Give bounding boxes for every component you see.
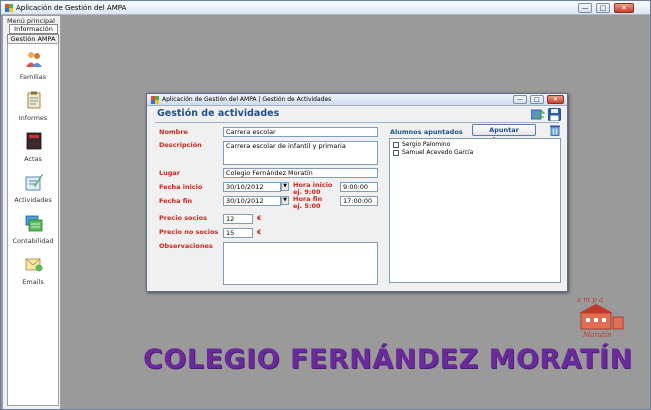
apuntar-alumnos-button[interactable]: Apuntar alumnos <box>472 124 536 144</box>
logo-bottom-text: Moratín <box>582 331 612 339</box>
lugar-field[interactable]: Colegio Fernández Moratín <box>223 168 378 178</box>
precio-no-socios-field[interactable]: 15 <box>223 228 253 238</box>
family-icon <box>26 52 42 67</box>
nav-panel: Familias Informes Actas Actividades Cont… <box>7 43 59 406</box>
ampa-logo: a m p a Moratín <box>577 296 624 339</box>
nav-item-contabilidad[interactable]: Contabilidad <box>8 214 58 252</box>
precio-socios-currency: € <box>257 214 262 222</box>
tab-informacion[interactable]: Información <box>9 24 58 34</box>
alumnos-list[interactable]: Sergio Palomino Samuel Acevedo García <box>389 138 561 283</box>
dialog-maximize-button[interactable]: □ <box>530 95 544 104</box>
observaciones-field[interactable] <box>223 242 378 285</box>
nombre-label: Nombre <box>159 128 188 136</box>
dialog-heading: Gestión de actividades <box>157 108 280 119</box>
nav-item-familias[interactable]: Familias <box>8 50 58 88</box>
fecha-inicio-label: Fecha inicio <box>159 183 203 191</box>
hora-inicio-field[interactable]: 9:00:00 <box>340 182 378 192</box>
app-icon <box>5 4 13 12</box>
email-icon <box>25 258 43 272</box>
close-button[interactable]: ✕ <box>614 3 634 13</box>
nav-label-actividades: Actividades <box>14 196 52 204</box>
activities-icon <box>25 174 43 191</box>
precio-no-socios-label: Precio no socios <box>159 228 219 236</box>
alumno-name: Sergio Palomino <box>402 141 451 148</box>
fecha-fin-dropdown[interactable]: ▼ <box>281 196 289 205</box>
alumnos-label: Alumnos apuntados <box>390 128 463 136</box>
dialog-title: Aplicación de Gestión del AMPA | Gestión… <box>162 96 332 103</box>
logo-top-text: a m p a <box>577 296 603 304</box>
nombre-field[interactable]: Carrera escolar <box>223 127 378 137</box>
nav-label-emails: Emails <box>22 278 44 286</box>
fecha-inicio-dropdown[interactable]: ▼ <box>281 182 289 191</box>
main-title-bar[interactable]: Aplicación de Gestión del AMPA — □ ✕ <box>1 1 650 15</box>
nav-label-informes: Informes <box>18 114 48 122</box>
descripcion-field[interactable]: Carrera escolar de infantil y primaria <box>223 141 378 165</box>
main-window: Aplicación de Gestión del AMPA — □ ✕ Men… <box>0 0 651 410</box>
descripcion-label: Descripción <box>159 141 202 149</box>
school-name-banner: COLEGIO FERNÁNDEZ MORATÍN <box>143 344 633 375</box>
minutes-icon <box>26 132 42 150</box>
heading-divider <box>155 122 559 123</box>
main-menu-sidebar: Menú principal Información Gestión AMPA … <box>3 16 61 409</box>
dialog-app-icon <box>151 96 159 104</box>
report-icon <box>27 91 41 109</box>
exchange-icon[interactable] <box>531 109 545 121</box>
observaciones-label: Observaciones <box>159 242 213 250</box>
nav-label-contabilidad: Contabilidad <box>12 237 54 245</box>
precio-no-socios-currency: € <box>257 228 262 236</box>
fecha-inicio-field[interactable]: 30/10/2012 <box>223 182 281 192</box>
save-icon[interactable] <box>548 108 561 121</box>
fecha-fin-field[interactable]: 30/10/2012 <box>223 196 281 206</box>
alumno-checkbox[interactable] <box>393 142 399 148</box>
nav-item-emails[interactable]: Emails <box>8 255 58 293</box>
precio-socios-field[interactable]: 12 <box>223 214 253 224</box>
dialog-title-bar[interactable]: Aplicación de Gestión del AMPA | Gestión… <box>147 94 567 106</box>
alumno-checkbox[interactable] <box>393 150 399 156</box>
precio-socios-label: Precio socios <box>159 214 207 222</box>
nav-item-actividades[interactable]: Actividades <box>8 173 58 211</box>
lugar-label: Lugar <box>159 169 181 177</box>
activities-dialog: Aplicación de Gestión del AMPA | Gestión… <box>146 93 568 292</box>
hora-fin-field[interactable]: 17:00:00 <box>340 196 378 206</box>
dialog-minimize-button[interactable]: — <box>513 95 527 104</box>
accounting-icon <box>25 215 43 232</box>
delete-icon[interactable] <box>549 124 561 136</box>
window-title: Aplicación de Gestión del AMPA <box>16 4 127 12</box>
fecha-fin-label: Fecha fin <box>159 197 193 205</box>
nav-label-actas: Actas <box>24 155 42 163</box>
minimize-button[interactable]: — <box>578 3 592 13</box>
nav-item-informes[interactable]: Informes <box>8 91 58 129</box>
hora-fin-hint: ej. 5:00 <box>293 202 321 210</box>
nav-label-familias: Familias <box>19 73 47 81</box>
nav-item-actas[interactable]: Actas <box>8 132 58 170</box>
maximize-button[interactable]: □ <box>596 3 610 13</box>
alumno-name: Samuel Acevedo García <box>402 149 474 156</box>
dialog-close-button[interactable]: ✕ <box>547 95 564 104</box>
